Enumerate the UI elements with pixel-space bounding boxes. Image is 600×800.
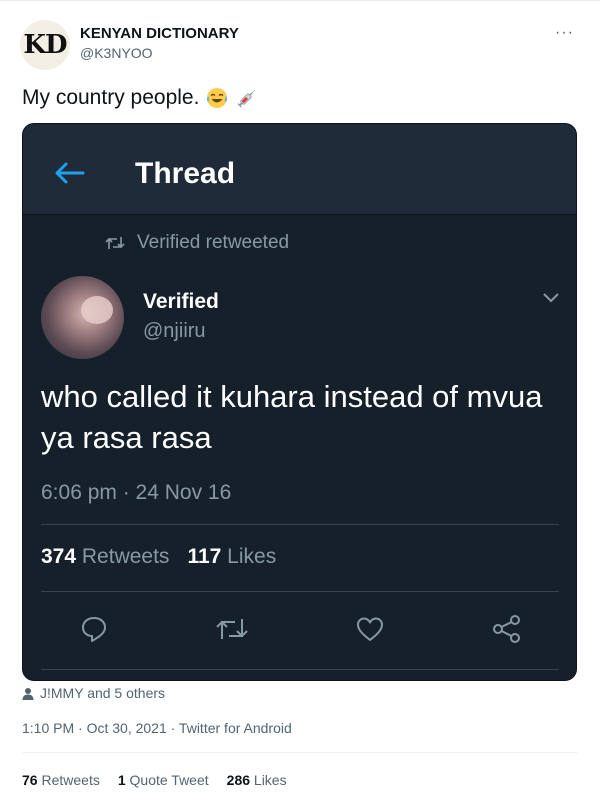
author-name[interactable]: KENYAN DICTIONARY <box>80 25 239 42</box>
top-divider <box>0 0 600 1</box>
thread-title: Thread <box>135 157 236 190</box>
divider <box>41 669 559 670</box>
divider <box>41 591 559 592</box>
divider <box>41 524 559 525</box>
inner-avatar <box>41 276 124 359</box>
inner-action-bar <box>23 614 576 654</box>
divider <box>22 752 578 753</box>
liked-by-row[interactable]: J!MMY and 5 others <box>22 685 165 701</box>
retweet-context: Verified retweeted <box>105 232 289 254</box>
retweets-count: 76 <box>22 772 38 788</box>
inner-timestamp: 6:06 pm · 24 Nov 16 <box>41 481 232 504</box>
quote-tweets-stat[interactable]: 1 Quote Tweet <box>118 772 209 788</box>
inner-retweets-count: 374 <box>41 545 77 568</box>
avatar-text: KD <box>23 30 67 60</box>
syringe-icon <box>237 90 256 108</box>
quote-label: Quote Tweet <box>129 772 209 788</box>
tweet-meta: 1:10 PM · Oct 30, 2021 · Twitter for And… <box>22 720 292 736</box>
inner-likes-count: 117 <box>187 545 222 568</box>
retweet-context-label: Verified retweeted <box>137 232 290 253</box>
inner-tweet-text: who called it kuhara instead of mvua ya … <box>41 379 543 455</box>
quote-count: 1 <box>117 772 126 788</box>
inner-author-name: Verified <box>143 290 219 313</box>
back-arrow-icon <box>55 162 85 184</box>
thread-header <box>23 124 576 214</box>
inner-stats: 374 Retweets 117 Likes <box>41 545 276 569</box>
reply-icon <box>82 617 106 642</box>
embedded-screenshot[interactable]: Thread Verified retweeted Verified @njii… <box>22 123 577 681</box>
retweet-icon <box>105 237 125 249</box>
tweet-counts: 76 Retweets 1 Quote Tweet 286 Likes <box>22 772 287 788</box>
liked-by-text: J!MMY and 5 others <box>40 685 166 701</box>
author-avatar[interactable]: KD <box>20 20 70 70</box>
tweet-text: My country people. <box>22 86 200 109</box>
like-heart-icon <box>357 617 383 641</box>
more-options-icon[interactable]: ··· <box>555 24 574 42</box>
likes-label: Likes <box>253 772 287 788</box>
share-icon <box>493 615 520 643</box>
retweet-icon <box>216 619 248 639</box>
retweets-stat[interactable]: 76 Retweets <box>22 772 100 788</box>
face-with-tears-of-joy-icon <box>207 88 228 108</box>
chevron-down-icon <box>543 293 559 303</box>
retweets-label: Retweets <box>41 772 100 788</box>
inner-author-handle: @njiiru <box>143 320 206 342</box>
header-divider <box>23 214 576 215</box>
likes-stat[interactable]: 286 Likes <box>227 772 287 788</box>
author-handle[interactable]: @K3NYOO <box>80 45 153 61</box>
likes-count: 286 <box>226 772 251 788</box>
inner-likes-label: Likes <box>227 545 277 568</box>
inner-retweets-label: Retweets <box>81 545 170 568</box>
person-icon <box>22 687 34 700</box>
tweet-text-row: My country people. <box>22 86 259 110</box>
